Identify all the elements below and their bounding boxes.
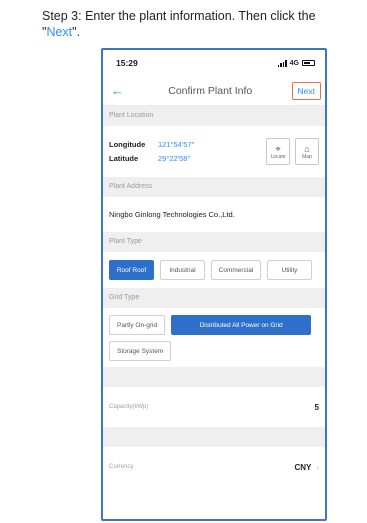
crosshair-icon: ⌖ bbox=[275, 143, 281, 154]
section-divider bbox=[103, 427, 325, 447]
grid-type-option-distributed[interactable]: Distributed All Power on Grid bbox=[171, 315, 312, 335]
longitude-line: Longitude 121°54'57" bbox=[109, 140, 194, 149]
status-time: 15:29 bbox=[116, 58, 138, 68]
map-button[interactable]: ⌂ Map bbox=[295, 138, 319, 165]
plant-location-header: Plant Location bbox=[103, 106, 325, 126]
plant-type-options: Roof Roof Industrial Commercial Utility bbox=[103, 252, 325, 288]
currency-field[interactable]: Currency CNY › bbox=[103, 447, 325, 487]
locate-button[interactable]: ⌖ Locate bbox=[266, 138, 290, 165]
plant-type-option-industrial[interactable]: Industrial bbox=[160, 260, 205, 280]
currency-value: CNY bbox=[294, 462, 312, 472]
longitude-label: Longitude bbox=[109, 140, 146, 149]
latitude-label: Latitude bbox=[109, 154, 139, 163]
plant-address-field[interactable]: Ningbo Ginlong Technologies Co.,Ltd. bbox=[103, 197, 325, 232]
grid-type-header: Grid Type bbox=[103, 288, 325, 308]
latitude-line: Latitude 29°22'58" bbox=[109, 154, 194, 163]
back-arrow-icon[interactable]: ← bbox=[111, 83, 129, 98]
plant-type-option-commercial[interactable]: Commercial bbox=[211, 260, 261, 280]
grid-type-option-partly[interactable]: Partly On-grid bbox=[109, 315, 166, 335]
coordinates: Longitude 121°54'57" Latitude 29°22'58" bbox=[109, 135, 194, 168]
instruction-text: Step 3: Enter the plant information. The… bbox=[42, 8, 362, 40]
plant-location-row: Longitude 121°54'57" Latitude 29°22'58" … bbox=[103, 126, 325, 177]
plant-type-option-roof[interactable]: Roof Roof bbox=[109, 260, 154, 280]
capacity-field[interactable]: Capacity(kWp) 5 bbox=[103, 387, 325, 427]
status-indicators: 4G bbox=[277, 59, 315, 67]
location-buttons: ⌖ Locate ⌂ Map bbox=[266, 138, 319, 165]
latitude-value[interactable]: 29°22'58" bbox=[158, 154, 190, 163]
page-title: Confirm Plant Info bbox=[168, 84, 253, 97]
map-pin-icon: ⌂ bbox=[304, 143, 310, 154]
section-divider bbox=[103, 367, 325, 387]
nav-bar: ← Confirm Plant Info Next bbox=[103, 76, 325, 106]
status-bar: 15:29 4G bbox=[103, 50, 325, 76]
grid-type-options: Partly On-grid Distributed All Power on … bbox=[103, 308, 325, 367]
grid-type-option-storage[interactable]: Storage System bbox=[109, 341, 172, 361]
next-button[interactable]: Next bbox=[291, 81, 321, 100]
plant-type-header: Plant Type bbox=[103, 232, 325, 252]
plant-address-header: Plant Address bbox=[103, 177, 325, 197]
capacity-label: Capacity(kWp) bbox=[109, 404, 149, 410]
network-type: 4G bbox=[289, 59, 299, 67]
instruction-line: Step 3: Enter the plant information. The… bbox=[42, 9, 316, 23]
phone-screen: 15:29 4G ← Confirm Plant Info Next Plant… bbox=[101, 48, 327, 521]
plant-type-option-utility[interactable]: Utility bbox=[267, 260, 312, 280]
instruction-quote-close: ". bbox=[72, 25, 81, 39]
chevron-right-icon: › bbox=[316, 462, 319, 472]
signal-icon bbox=[277, 59, 287, 67]
instruction-next-word: Next bbox=[46, 25, 73, 39]
battery-icon bbox=[302, 60, 315, 66]
locate-label: Locate bbox=[270, 153, 286, 160]
map-label: Map bbox=[302, 153, 312, 160]
longitude-value[interactable]: 121°54'57" bbox=[158, 140, 194, 149]
currency-label: Currency bbox=[109, 464, 134, 470]
capacity-value: 5 bbox=[314, 402, 319, 412]
